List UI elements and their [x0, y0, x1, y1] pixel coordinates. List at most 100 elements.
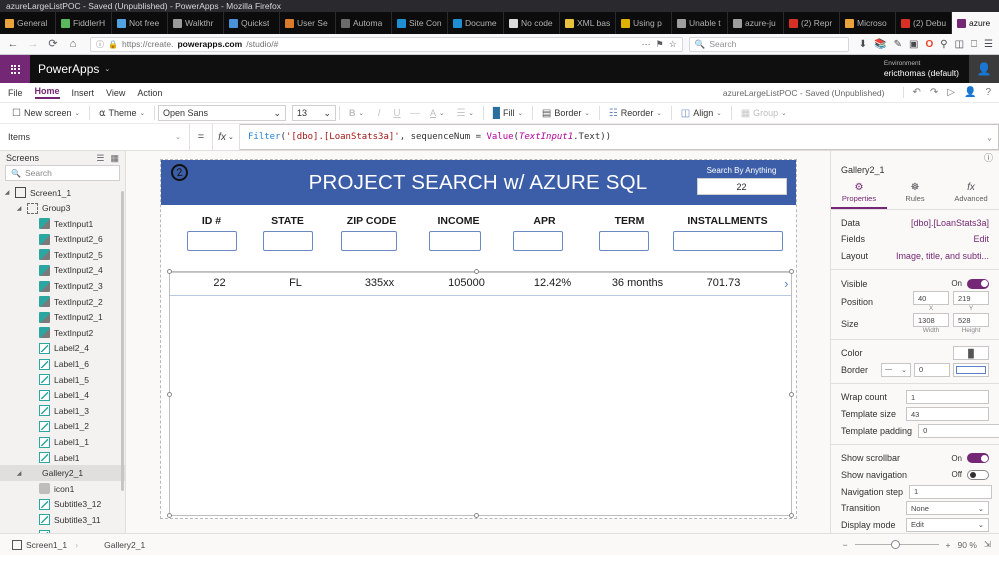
- chevron-down-icon[interactable]: ⌄: [175, 133, 181, 141]
- prop-visible-toggle[interactable]: [967, 278, 989, 289]
- prop-display-mode-select[interactable]: Edit ⌄: [906, 517, 989, 532]
- menu-action-icons[interactable]: ↶ ↷ ▷ 👤 ?: [902, 87, 991, 98]
- menu-item-insert[interactable]: Insert: [72, 88, 95, 98]
- tree-item-label1_3[interactable]: Label1_3: [0, 403, 125, 419]
- chevron-down-icon[interactable]: ⌄: [140, 109, 145, 117]
- fx-icon[interactable]: fx ⌄: [212, 124, 240, 150]
- tree-item-label1[interactable]: Label1: [0, 450, 125, 466]
- tree-item-label1_1[interactable]: Label1_1: [0, 434, 125, 450]
- prop-border[interactable]: Border — ⌄ 0: [831, 362, 999, 379]
- library-icon[interactable]: 📚: [874, 39, 886, 50]
- tree-item-label2_4[interactable]: Label2_4: [0, 341, 125, 357]
- browser-tab-strip[interactable]: General FiddlerH Not free Walkthr Quickst Use…: [0, 12, 999, 34]
- text-align-button[interactable]: ☰ ⌄: [450, 105, 479, 122]
- column-filter-input-3[interactable]: [428, 231, 481, 251]
- resize-handle-tc[interactable]: [473, 269, 479, 274]
- undo-icon[interactable]: ↶: [913, 87, 921, 98]
- prop-fields-edit-link[interactable]: Edit: [973, 234, 989, 244]
- tree-search-input[interactable]: 🔍 Search: [5, 165, 120, 181]
- tree-item-label1_5[interactable]: Label1_5: [0, 372, 125, 388]
- screens-tree-panel[interactable]: Screens ☰ ▦ 🔍 Search ◢ Screen1_1 ◢ Group3 Te…: [0, 151, 126, 533]
- tree-item-textinput2_1[interactable]: TextInput2_1: [0, 309, 125, 325]
- prop-position-x-input[interactable]: 40: [913, 291, 949, 306]
- browser-tab-16[interactable]: (2) Debu: [896, 12, 952, 34]
- browser-tab-13[interactable]: azure-ju: [728, 12, 784, 34]
- zoom-in-button[interactable]: +: [946, 540, 951, 550]
- sidebar-icon[interactable]: ◫: [955, 39, 964, 50]
- prop-border-style-select[interactable]: — ⌄: [881, 362, 911, 377]
- canvas-area[interactable]: PROJECT SEARCH w/ AZURE SQL Search By An…: [126, 151, 830, 533]
- prop-show-navigation-toggle[interactable]: [967, 469, 989, 480]
- browser-tab-2[interactable]: Not free: [112, 12, 168, 34]
- menu-item-home[interactable]: Home: [34, 86, 60, 99]
- home-ribbon[interactable]: ☐ New screen ⌄ ⍺ Theme ⌄ Open Sans ⌄ 13 …: [0, 103, 999, 124]
- menu-item-view[interactable]: View: [106, 88, 125, 98]
- browser-tab-8[interactable]: Docume: [448, 12, 504, 34]
- forward-button[interactable]: →: [26, 37, 40, 51]
- screen-icon[interactable]: ⎕: [971, 39, 977, 50]
- chevron-down-icon[interactable]: ⌄: [468, 109, 473, 117]
- search-input[interactable]: 22: [696, 178, 787, 195]
- browser-tab-5[interactable]: User Se: [280, 12, 336, 34]
- group-button[interactable]: ▦ Group ⌄: [735, 105, 793, 122]
- prop-wrap-count-input[interactable]: 1: [906, 390, 989, 405]
- prop-position-y-input[interactable]: 219: [953, 291, 989, 306]
- resize-handle-tr[interactable]: [788, 269, 794, 274]
- downloads-icon[interactable]: ⬇: [859, 39, 867, 50]
- fit-screen-icon[interactable]: ⇲: [984, 539, 991, 550]
- list-view-icon[interactable]: ☰: [96, 153, 104, 164]
- prop-size-width-input[interactable]: 1308: [913, 313, 949, 328]
- expand-twisty-icon[interactable]: ◢: [3, 189, 11, 196]
- tree-item-label1_2[interactable]: Label1_2: [0, 419, 125, 435]
- prop-navigation-step-input[interactable]: 1: [909, 484, 993, 499]
- browser-tab-14[interactable]: (2) Repr: [784, 12, 840, 34]
- column-filter-input-2[interactable]: [340, 231, 397, 251]
- fill-button[interactable]: █ Fill ⌄: [487, 105, 529, 122]
- breadcrumb-screen[interactable]: Screen1_1 ›: [8, 539, 86, 550]
- chevron-down-icon[interactable]: ⌄: [656, 109, 661, 117]
- zoom-controls[interactable]: − + 90 % ⇲: [843, 539, 991, 550]
- tree-scrollbar[interactable]: [121, 191, 124, 491]
- prop-data[interactable]: Data [dbo].[LoanStats3a]: [831, 215, 999, 232]
- chevron-down-icon[interactable]: ⌄: [978, 504, 984, 513]
- column-filter-input-6[interactable]: [672, 231, 783, 251]
- page-actions-icon[interactable]: ⋯: [642, 39, 651, 50]
- browser-tab-11[interactable]: Using p: [616, 12, 672, 34]
- browser-search-box[interactable]: 🔍 Search: [688, 36, 849, 52]
- environment-indicator[interactable]: Environment ericthomas (default): [884, 60, 969, 79]
- tree-item-label1_6[interactable]: Label1_6: [0, 356, 125, 372]
- app-canvas[interactable]: PROJECT SEARCH w/ AZURE SQL Search By An…: [159, 159, 797, 519]
- redo-icon[interactable]: ↷: [930, 87, 938, 98]
- chevron-down-icon[interactable]: ⌄: [716, 109, 721, 117]
- chevron-down-icon[interactable]: ⌄: [323, 108, 331, 119]
- prop-fields[interactable]: Fields Edit: [831, 231, 999, 248]
- prop-border-thickness-input[interactable]: 0: [914, 362, 950, 377]
- user-avatar-icon[interactable]: 👤: [969, 55, 999, 83]
- browser-tab-15[interactable]: Microso: [840, 12, 896, 34]
- tree-item-screen1_1[interactable]: ◢ Screen1_1: [0, 185, 125, 201]
- help-circle-icon[interactable]: ⓘ: [984, 151, 993, 164]
- browser-tab-4[interactable]: Quickst: [224, 12, 280, 34]
- font-size-select[interactable]: 13 ⌄: [292, 105, 337, 121]
- prop-template-padding[interactable]: Template padding 0: [831, 422, 999, 439]
- reader-icon[interactable]: ▣: [909, 39, 918, 50]
- resize-handle-mr[interactable]: [788, 392, 794, 397]
- tree-item-textinput2_4[interactable]: TextInput2_4: [0, 263, 125, 279]
- browser-tab-7[interactable]: Site Con: [392, 12, 448, 34]
- tab-advanced[interactable]: fx Advanced: [943, 179, 999, 209]
- bookmark-star-icon[interactable]: ☆: [669, 39, 677, 50]
- italic-button[interactable]: I: [370, 105, 388, 122]
- home-button[interactable]: ⌂: [66, 37, 80, 51]
- reload-button[interactable]: ⟳: [46, 37, 60, 51]
- column-filter-input-4[interactable]: [512, 231, 563, 251]
- prop-color[interactable]: Color █: [831, 345, 999, 362]
- browser-tab-6[interactable]: Automa: [336, 12, 392, 34]
- panel-help[interactable]: ⓘ: [831, 151, 999, 165]
- formula-input[interactable]: Filter('[dbo].[LoanStats3a]', sequenceNu…: [240, 124, 999, 150]
- border-button[interactable]: ▤ Border ⌄: [536, 105, 596, 122]
- tree-item-textinput2_2[interactable]: TextInput2_2: [0, 294, 125, 310]
- underline-button[interactable]: U: [388, 105, 406, 122]
- prop-template-padding-input[interactable]: 0: [918, 423, 999, 438]
- zoom-slider[interactable]: [854, 540, 939, 549]
- prop-wrap-count[interactable]: Wrap count 1: [831, 389, 999, 406]
